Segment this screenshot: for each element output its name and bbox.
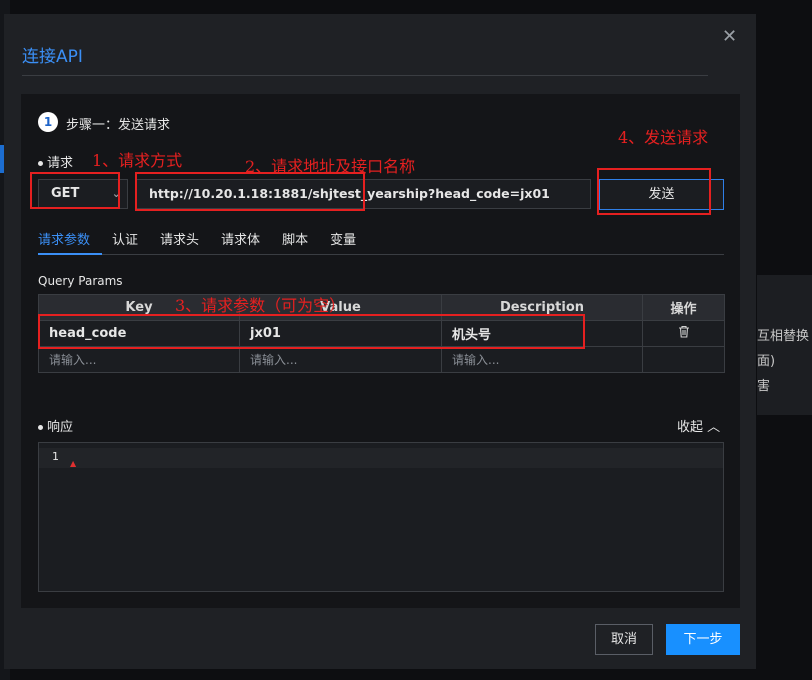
collapse-toggle[interactable]: 收起 ︿ [677, 416, 720, 435]
response-editor[interactable]: 1 ▲ [38, 442, 724, 592]
request-label: 请求 [47, 156, 74, 171]
next-step-button[interactable]: 下一步 [666, 624, 740, 655]
annotation-label-url: 2、请求地址及接口名称 [245, 157, 416, 176]
tab-script[interactable]: 脚本 [282, 229, 308, 253]
tab-request-params[interactable]: 请求参数 [38, 229, 90, 253]
trash-icon[interactable] [678, 325, 690, 342]
tab-variables[interactable]: 变量 [330, 229, 356, 253]
background-text: 面) [757, 354, 776, 369]
background-right-card [757, 275, 812, 415]
step-number-badge: 1 [38, 112, 58, 132]
tab-headers[interactable]: 请求头 [160, 229, 199, 253]
bullet-dot [38, 425, 43, 430]
new-description-input[interactable]: 请输入... [441, 346, 643, 373]
new-key-input[interactable]: 请输入... [38, 346, 240, 373]
tab-auth[interactable]: 认证 [112, 229, 138, 253]
new-value-input[interactable]: 请输入... [239, 346, 442, 373]
column-header-actions: 操作 [642, 294, 725, 321]
background-text: 互相替换 [757, 329, 810, 344]
annotation-label-method: 1、请求方式 [92, 151, 183, 170]
annotation-box-params [38, 314, 585, 349]
step-label: 步骤一：发送请求 [66, 118, 171, 133]
cancel-button[interactable]: 取消 [595, 624, 653, 655]
annotation-box-method [30, 172, 120, 209]
request-tabs: 请求参数 认证 请求头 请求体 脚本 变量 [38, 229, 378, 253]
dialog-title: 连接API [22, 47, 83, 67]
response-label: 响应 [47, 420, 74, 435]
active-line-highlight [39, 448, 723, 468]
close-icon[interactable]: ✕ [722, 26, 737, 47]
bullet-dot [38, 161, 43, 166]
response-section-label: 响应 [38, 416, 73, 435]
row-actions-cell [642, 320, 725, 347]
active-tab-indicator [38, 253, 102, 255]
background-text: 害 [757, 379, 771, 394]
annotation-box-url [135, 172, 365, 211]
title-divider [22, 75, 708, 76]
annotation-label-send: 4、发送请求 [618, 128, 709, 147]
table-row-empty: 请输入... 请输入... 请输入... [38, 346, 725, 373]
annotation-box-send [597, 168, 711, 215]
request-section-label: 请求 [38, 152, 73, 171]
annotation-label-params: 3、请求参数（可为空） [175, 296, 346, 315]
cursor-icon: ▲ [70, 459, 77, 468]
query-params-title: Query Params [38, 274, 123, 288]
tabs-divider [38, 254, 724, 255]
line-number: 1 [52, 450, 59, 463]
tab-body[interactable]: 请求体 [221, 229, 260, 253]
empty-actions-cell [642, 346, 725, 373]
